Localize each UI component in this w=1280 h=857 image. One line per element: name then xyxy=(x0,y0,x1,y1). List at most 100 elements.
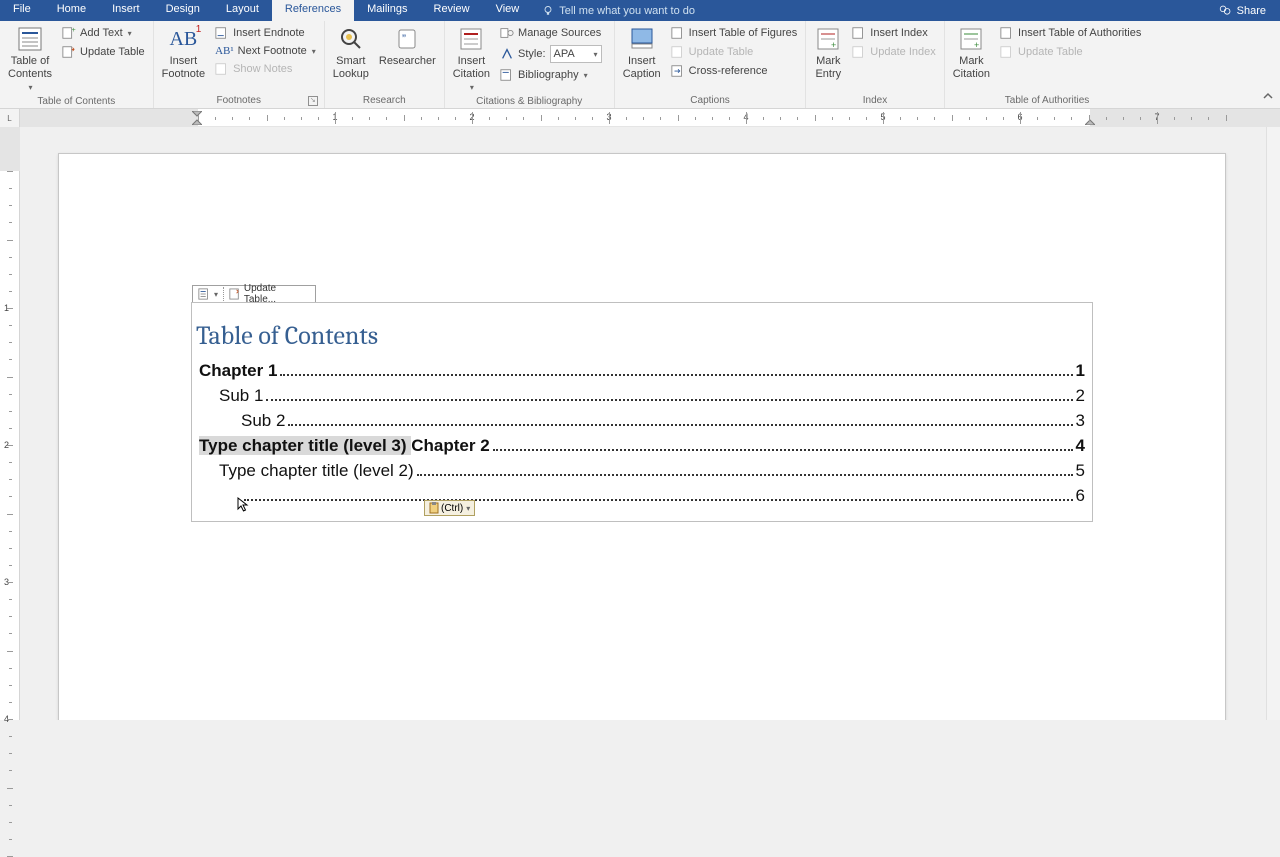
toc-entry-text: Type chapter title (level 3) Chapter 2 xyxy=(199,436,490,456)
toc-row[interactable]: Chapter 11 xyxy=(192,361,1092,381)
update-toc-label: Update Table xyxy=(80,46,145,58)
cross-reference-button[interactable]: Cross-reference xyxy=(667,63,802,79)
smart-lookup-button[interactable]: Smart Lookup xyxy=(329,23,373,83)
workspace: 1234 ▾ Update Table... Table of Contents… xyxy=(0,127,1280,720)
style-value[interactable]: APA▾ xyxy=(550,45,602,63)
horizontal-ruler[interactable]: L 1234567 xyxy=(0,109,1280,127)
footnotes-dialog-icon[interactable]: ↘ xyxy=(308,96,318,106)
tab-insert[interactable]: Insert xyxy=(99,0,153,21)
insert-endnote-label: Insert Endnote xyxy=(233,27,305,39)
share-label: Share xyxy=(1237,5,1266,17)
insert-authorities-button[interactable]: Insert Table of Authorities xyxy=(996,25,1145,41)
right-indent-icon[interactable] xyxy=(1085,111,1095,125)
tell-me-label: Tell me what you want to do xyxy=(559,5,695,17)
researcher-label: Researcher xyxy=(379,55,436,68)
insert-table-of-figures-button[interactable]: Insert Table of Figures xyxy=(667,25,802,41)
insert-endnote-button[interactable]: Insert Endnote xyxy=(211,25,320,41)
tab-design[interactable]: Design xyxy=(153,0,213,21)
tab-file[interactable]: File xyxy=(0,0,44,21)
toc-row[interactable]: Sub 12 xyxy=(192,386,1092,406)
toc-entry-text: Type chapter title (level 2) xyxy=(199,461,414,481)
manage-sources-button[interactable]: Manage Sources xyxy=(496,25,606,41)
cross-reference-label: Cross-reference xyxy=(689,65,768,77)
svg-text:+: + xyxy=(974,40,979,50)
researcher-icon: ” xyxy=(394,26,420,52)
toc-row[interactable]: Type chapter title (level 3) Chapter 2 4 xyxy=(192,436,1092,456)
mark-citation-icon: + xyxy=(958,26,984,52)
bibliography-button[interactable]: Bibliography▾ xyxy=(496,67,606,83)
collapse-ribbon-icon[interactable] xyxy=(1260,88,1276,104)
group-footnotes-label: Footnotes xyxy=(216,95,260,106)
toc-update-button[interactable]: Update Table... xyxy=(224,286,315,302)
paste-options-smarttag[interactable]: (Ctrl) ▾ xyxy=(424,500,475,516)
mark-citation-button[interactable]: + Mark Citation xyxy=(949,23,994,83)
update-toc-button[interactable]: Update Table xyxy=(58,44,149,60)
vertical-scrollbar[interactable] xyxy=(1266,127,1280,720)
add-text-label: Add Text xyxy=(80,27,123,39)
document-area[interactable]: ▾ Update Table... Table of Contents Chap… xyxy=(20,127,1266,720)
smarttag-label: (Ctrl) xyxy=(441,503,463,514)
toc-toolbar: ▾ Update Table... xyxy=(192,285,316,303)
next-footnote-label: Next Footnote xyxy=(238,45,307,57)
toc-menu-button[interactable]: ▾ xyxy=(193,286,223,302)
add-text-button[interactable]: + Add Text▾ xyxy=(58,25,149,41)
insert-index-label: Insert Index xyxy=(870,27,927,39)
update-index-label: Update Index xyxy=(870,46,935,58)
bibliography-label: Bibliography xyxy=(518,69,579,81)
toc-page-number: 4 xyxy=(1076,436,1085,456)
tab-mailings[interactable]: Mailings xyxy=(354,0,420,21)
toc-row[interactable]: Type chapter title (level 2) 5 xyxy=(192,461,1092,481)
researcher-button[interactable]: ” Researcher xyxy=(375,23,440,70)
caption-icon xyxy=(629,26,655,52)
toc-leader xyxy=(266,399,1072,401)
tab-view[interactable]: View xyxy=(483,0,533,21)
toc-page-number: 5 xyxy=(1076,461,1085,481)
toc-leader xyxy=(288,424,1072,426)
toc-button[interactable]: Table of Contents▾ xyxy=(4,23,56,96)
tab-review[interactable]: Review xyxy=(421,0,483,21)
show-notes-button: Show Notes xyxy=(211,61,320,77)
bulb-icon xyxy=(542,5,554,17)
insert-citation-button[interactable]: Insert Citation▾ xyxy=(449,23,494,96)
toc-page-number: 1 xyxy=(1076,361,1085,381)
toc-page-number: 3 xyxy=(1076,411,1085,431)
next-footnote-icon: AB¹ xyxy=(215,45,234,57)
group-research-label: Research xyxy=(363,95,406,106)
vertical-ruler[interactable]: 1234 xyxy=(0,127,20,720)
toc-button-label: Table of Contents xyxy=(8,55,52,81)
insert-citation-label: Insert Citation xyxy=(453,55,490,81)
tab-home[interactable]: Home xyxy=(44,0,99,21)
next-footnote-button[interactable]: AB¹ Next Footnote▾ xyxy=(211,44,320,58)
tab-layout[interactable]: Layout xyxy=(213,0,272,21)
tell-me[interactable]: Tell me what you want to do xyxy=(532,0,705,21)
toc-leader xyxy=(493,449,1073,451)
insert-authorities-icon xyxy=(1000,26,1014,40)
ribbon: Table of Contents▾ + Add Text▾ Update Ta… xyxy=(0,21,1280,109)
toc-field[interactable]: Table of Contents Chapter 11 Sub 12 Sub 23… xyxy=(191,302,1093,522)
left-indent-icon[interactable] xyxy=(192,111,202,125)
tab-references[interactable]: References xyxy=(272,0,354,21)
citation-style-select[interactable]: Style: APA▾ xyxy=(496,44,606,64)
mark-entry-label: Mark Entry xyxy=(815,55,841,81)
toc-entry-text: Sub 1 xyxy=(199,386,263,406)
mark-entry-button[interactable]: + Mark Entry xyxy=(810,23,846,83)
toc-leader xyxy=(244,499,1073,501)
insert-caption-button[interactable]: Insert Caption xyxy=(619,23,665,83)
toc-row[interactable]: 6 xyxy=(192,486,1092,506)
insert-index-button[interactable]: Insert Index xyxy=(848,25,939,41)
update-icon xyxy=(62,45,76,59)
figures-icon xyxy=(671,26,685,40)
footnote-one-icon: 1 xyxy=(196,23,202,36)
ruler-tab-selector[interactable]: L xyxy=(0,109,20,127)
share-button[interactable]: Share xyxy=(1205,0,1280,21)
insert-index-icon xyxy=(852,26,866,40)
page[interactable]: ▾ Update Table... Table of Contents Chap… xyxy=(58,153,1226,720)
citation-icon xyxy=(458,26,484,52)
add-text-icon: + xyxy=(62,26,76,40)
update-index-icon xyxy=(852,45,866,59)
insert-footnote-button[interactable]: AB1 Insert Footnote xyxy=(158,23,209,83)
toc-update-icon xyxy=(229,288,241,300)
update-authorities-label: Update Table xyxy=(1018,46,1083,58)
toc-title: Table of Contents xyxy=(196,321,1092,351)
toc-row[interactable]: Sub 23 xyxy=(192,411,1092,431)
